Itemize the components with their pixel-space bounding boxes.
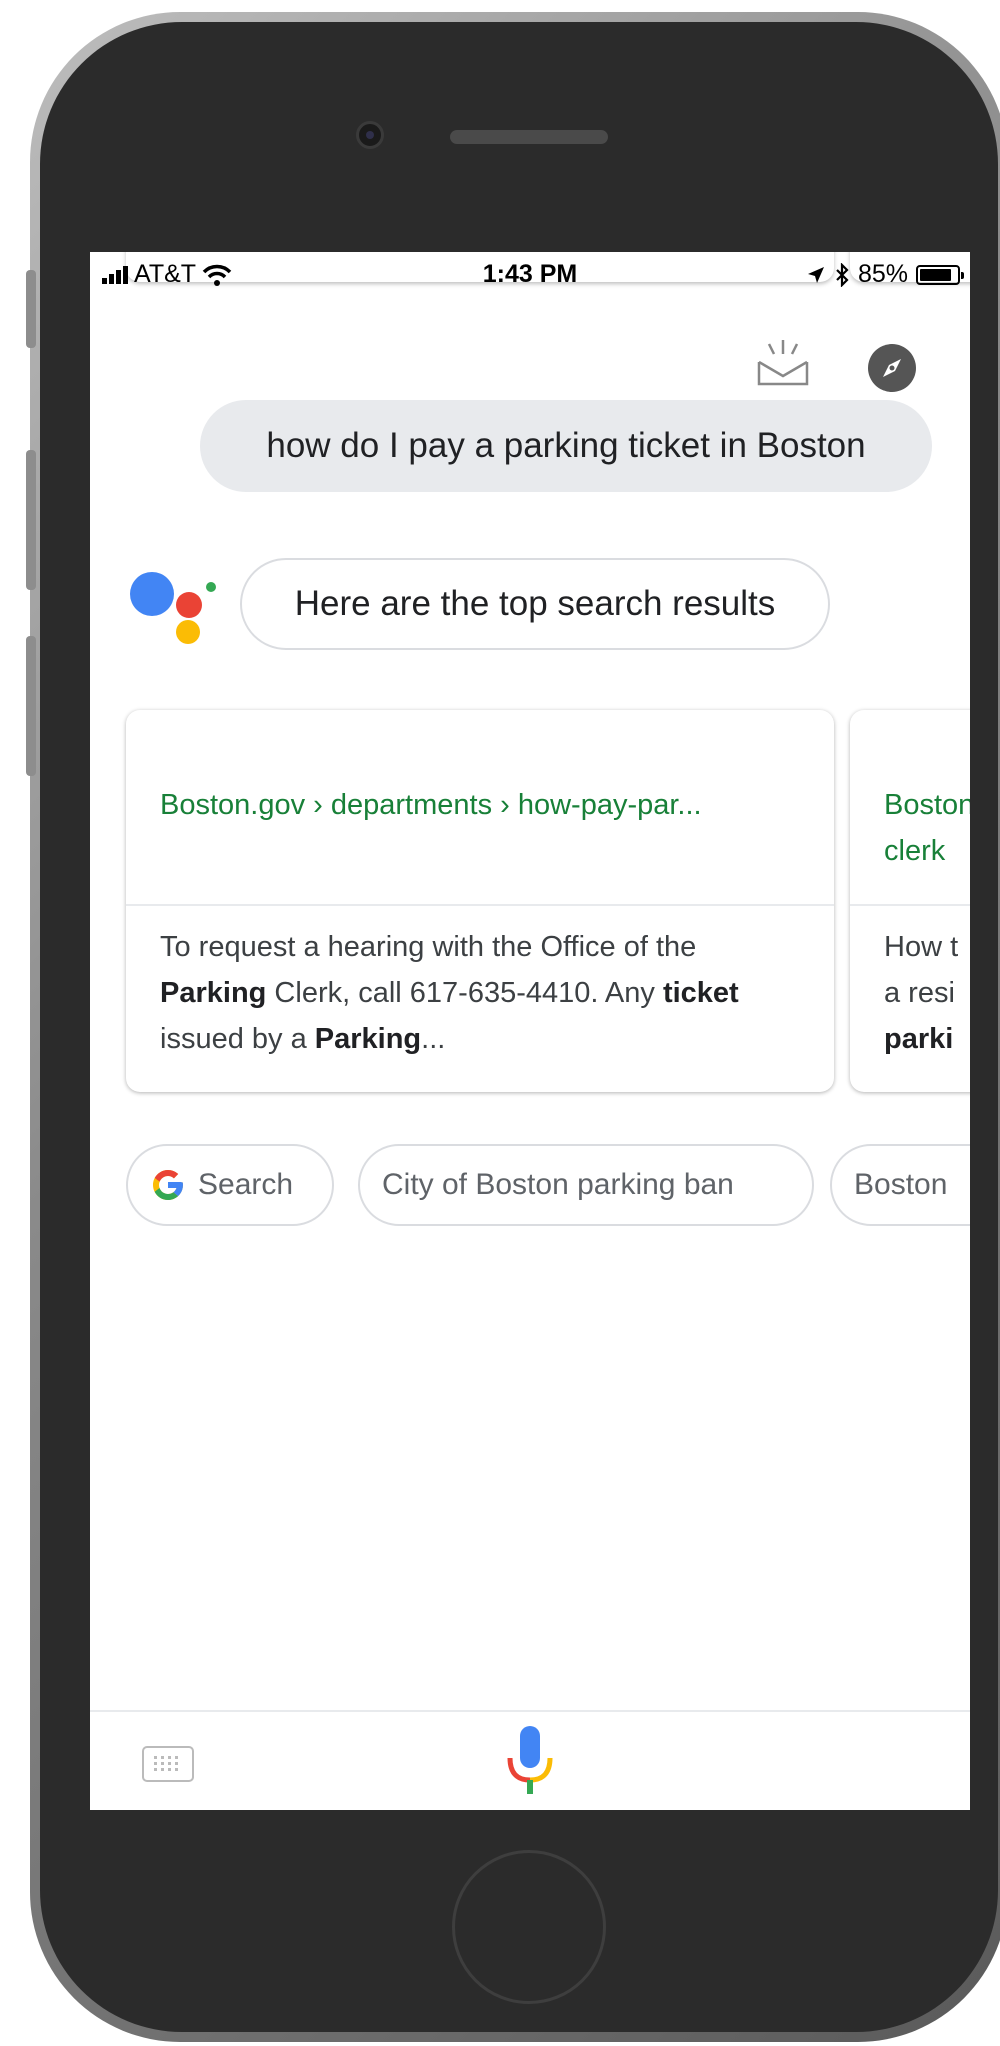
bluetooth-icon [836, 262, 849, 287]
volume-down-button [26, 636, 36, 776]
logo-dot-yellow [176, 620, 200, 644]
share-icon[interactable] [755, 334, 811, 386]
suggestion-chip-label: City of Boston parking ban [382, 1168, 734, 1201]
search-result-card-2[interactable]: Boston clerk How t a resi parki [850, 710, 970, 1092]
mute-switch [26, 270, 36, 348]
front-camera [356, 121, 384, 149]
home-button[interactable] [452, 1850, 606, 2004]
suggestion-chip[interactable]: City of Boston parking ban [358, 1144, 814, 1226]
user-query-bubble: how do I pay a parking ticket in Boston [200, 400, 932, 492]
explore-icon[interactable] [868, 344, 916, 392]
input-bar [90, 1710, 970, 1810]
keyboard-keys [154, 1756, 178, 1771]
battery-percent: 85% [857, 260, 908, 288]
result-url-2-line1: Boston [884, 789, 970, 821]
snippet-2-line2: a resi [884, 977, 955, 1009]
result-snippet-2: How t a resi parki [884, 924, 970, 1062]
snippet-part: ticket [662, 977, 739, 1009]
snippet-part: issued by a [160, 1023, 315, 1055]
card-divider-2 [850, 904, 970, 906]
mic-icon[interactable] [504, 1724, 556, 1804]
result-url-2-line2: clerk [884, 835, 946, 867]
status-bar: AT&T 1:43 PM 85% [90, 252, 970, 296]
search-chip[interactable]: Search [126, 1144, 334, 1226]
google-g-icon [153, 1170, 183, 1200]
location-arrow-icon [807, 266, 824, 283]
battery-icon [916, 264, 964, 285]
logo-dot-blue [130, 572, 174, 616]
snippet-2-line1: How t [884, 931, 959, 963]
compass-needle [883, 359, 901, 377]
status-right: 85% [806, 260, 964, 289]
snippet-2-line3: parki [884, 1023, 954, 1055]
snippet-part: ... [421, 1023, 446, 1055]
result-url-2[interactable]: Boston clerk [884, 782, 970, 874]
logo-dot-red [176, 592, 202, 618]
snippet-part: Parking [314, 1023, 422, 1055]
earpiece-speaker [450, 130, 608, 144]
volume-up-button [26, 450, 36, 590]
snippet-part: Parking [160, 977, 267, 1009]
card-divider [126, 904, 834, 906]
suggestion-chip-2[interactable]: Boston [830, 1144, 970, 1226]
assistant-reply-bubble: Here are the top search results [240, 558, 830, 650]
suggestion-chip-2-label: Boston [854, 1168, 948, 1201]
snippet-part: Clerk, call 617-635-4410. Any [266, 977, 663, 1009]
screen: AT&T 1:43 PM 85% how do I pay a parking … [90, 252, 970, 1810]
search-result-card[interactable]: Boston.gov › departments › how-pay-par..… [126, 710, 834, 1092]
keyboard-icon[interactable] [142, 1746, 194, 1782]
search-chip-label: Search [198, 1168, 294, 1201]
snippet-part: To request a hearing with the Office of … [160, 931, 697, 963]
assistant-logo [130, 564, 220, 648]
result-snippet: To request a hearing with the Office of … [160, 924, 800, 1062]
result-url[interactable]: Boston.gov › departments › how-pay-par..… [160, 782, 800, 828]
logo-dot-green [206, 582, 216, 592]
battery-fill [920, 268, 951, 281]
